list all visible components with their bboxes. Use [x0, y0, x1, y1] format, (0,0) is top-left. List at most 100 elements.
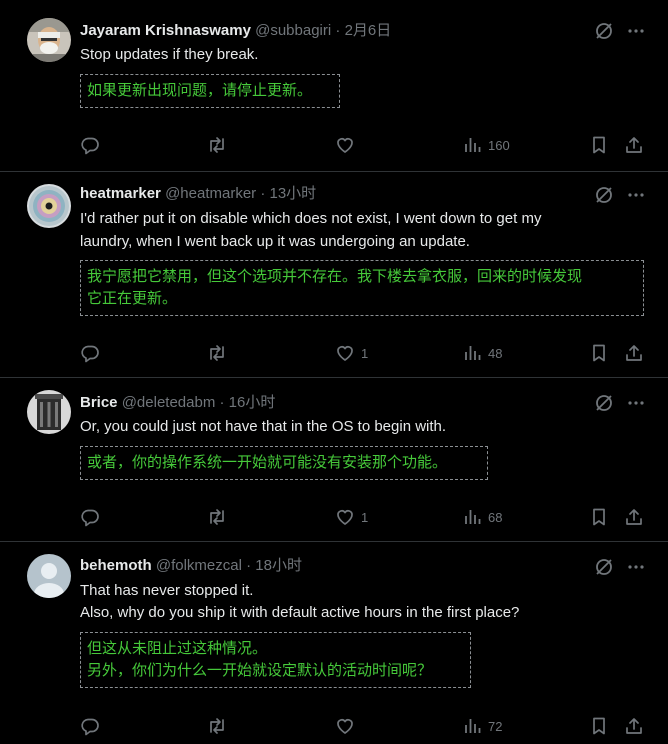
author-handle[interactable]: @subbagiri [255, 22, 331, 39]
action-bar: 160 [0, 135, 668, 155]
reply-icon [81, 509, 99, 527]
more-icon[interactable] [626, 393, 646, 418]
action-bar: 72 [0, 716, 668, 736]
share-button[interactable] [624, 343, 644, 363]
share-icon [626, 345, 642, 361]
reply-button[interactable] [80, 135, 106, 155]
reply-icon [81, 137, 99, 155]
share-icon [626, 509, 642, 525]
avatar[interactable] [27, 390, 71, 434]
more-icon[interactable] [626, 557, 646, 582]
reply-icon [81, 345, 99, 363]
timestamp[interactable]: 2月6日 [345, 22, 392, 39]
action-bar: 1 68 [0, 507, 668, 527]
author-name[interactable]: heatmarker [80, 185, 161, 202]
like-icon [337, 510, 353, 525]
translation-box: 但这从未阻止过这种情况。 另外，你们为什么一开始就设定默认的活动时间呢？ [80, 632, 471, 688]
views-button[interactable]: 160 [464, 135, 510, 155]
views-button[interactable]: 68 [464, 507, 502, 527]
retweet-button[interactable] [206, 716, 234, 736]
views-icon [465, 138, 481, 152]
tweet-top-actions [594, 21, 646, 46]
retweet-button[interactable] [206, 507, 234, 527]
bookmark-button[interactable] [590, 135, 608, 155]
separator: · [260, 185, 266, 202]
share-button[interactable] [624, 716, 644, 736]
author-handle[interactable]: @deletedabm [122, 394, 216, 411]
retweet-button[interactable] [206, 343, 234, 363]
avatar[interactable] [27, 18, 71, 62]
like-icon [337, 138, 353, 153]
author-name[interactable]: behemoth [80, 557, 152, 574]
action-bar: 1 48 [0, 343, 668, 363]
share-icon [626, 718, 642, 734]
retweet-icon [210, 345, 224, 361]
timestamp[interactable]: 13小时 [270, 185, 317, 202]
separator: · [219, 394, 225, 411]
translation-text: 另外，你们为什么一开始就设定默认的活动时间呢？ [87, 662, 433, 679]
retweet-icon [210, 509, 224, 525]
translation-text: 如果更新出现问题，请停止更新。 [87, 82, 313, 99]
tweet[interactable]: behemoth @folkmezcal · 18小时 That has nev… [0, 542, 668, 744]
separator: · [335, 22, 341, 39]
translation-box: 如果更新出现问题，请停止更新。 [80, 74, 340, 108]
translation-text: 我宁愿把它禁用，但这个选项并不存在。我下楼去拿衣服，回来的时候发现 [87, 268, 583, 285]
author-handle[interactable]: @folkmezcal [156, 557, 242, 574]
tweet[interactable]: Jayaram Krishnaswamy @subbagiri · 2月6日 S… [0, 0, 668, 172]
like-button[interactable] [335, 716, 361, 736]
grok-icon[interactable] [594, 185, 614, 210]
separator: · [246, 557, 252, 574]
avatar[interactable] [27, 554, 71, 598]
tweet[interactable]: Brice @deletedabm · 16小时 Or, you could j… [0, 378, 668, 542]
timestamp[interactable]: 18小时 [255, 557, 302, 574]
author-name[interactable]: Jayaram Krishnaswamy [80, 22, 251, 39]
retweet-button[interactable] [206, 135, 234, 155]
views-icon [465, 346, 481, 360]
tweet-text: I'd rather put it on disable which does … [80, 210, 542, 227]
reply-icon [81, 718, 99, 736]
views-button[interactable]: 48 [464, 343, 502, 363]
translation-text: 它正在更新。 [87, 290, 178, 307]
reply-button[interactable] [80, 716, 106, 736]
bookmark-icon [593, 508, 605, 526]
like-count: 1 [361, 509, 369, 525]
bookmark-button[interactable] [590, 343, 608, 363]
tweet-header: Brice @deletedabm · 16小时 [80, 393, 275, 413]
views-button[interactable]: 72 [464, 716, 502, 736]
like-icon [337, 719, 353, 734]
like-button[interactable]: 1 [335, 507, 368, 527]
bookmark-button[interactable] [590, 507, 608, 527]
like-button[interactable]: 1 [335, 343, 368, 363]
reply-button[interactable] [80, 507, 106, 527]
reply-feed: Jayaram Krishnaswamy @subbagiri · 2月6日 S… [0, 0, 668, 744]
tweet-text: Also, why do you ship it with default ac… [80, 604, 520, 621]
timestamp[interactable]: 16小时 [229, 394, 276, 411]
avatar[interactable] [27, 184, 71, 228]
like-icon [337, 346, 353, 361]
translation-text: 但这从未阻止过这种情况。 [87, 640, 268, 657]
author-name[interactable]: Brice [80, 394, 118, 411]
grok-icon[interactable] [594, 557, 614, 582]
tweet-text: laundry, when I went back up it was unde… [80, 233, 470, 250]
bookmark-button[interactable] [590, 716, 608, 736]
tweet-text: Stop updates if they break. [80, 46, 259, 63]
reply-button[interactable] [80, 343, 106, 363]
view-count: 48 [488, 345, 503, 361]
tweet-header: Jayaram Krishnaswamy @subbagiri · 2月6日 [80, 21, 391, 41]
grok-icon[interactable] [594, 21, 614, 46]
tweet[interactable]: heatmarker @heatmarker · 13小时 I'd rather… [0, 172, 668, 378]
more-icon[interactable] [626, 185, 646, 210]
translation-box: 我宁愿把它禁用，但这个选项并不存在。我下楼去拿衣服，回来的时候发现 它正在更新。 [80, 260, 644, 316]
share-button[interactable] [624, 135, 644, 155]
retweet-icon [210, 718, 224, 734]
translation-text: 或者，你的操作系统一开始就可能没有安装那个功能。 [87, 454, 448, 471]
more-icon[interactable] [626, 21, 646, 46]
like-button[interactable] [335, 135, 361, 155]
share-button[interactable] [624, 507, 644, 527]
like-count: 1 [361, 345, 369, 361]
grok-icon[interactable] [594, 393, 614, 418]
tweet-top-actions [594, 393, 646, 418]
author-handle[interactable]: @heatmarker [165, 185, 256, 202]
view-count: 160 [488, 137, 510, 153]
tweet-header: behemoth @folkmezcal · 18小时 [80, 556, 302, 576]
